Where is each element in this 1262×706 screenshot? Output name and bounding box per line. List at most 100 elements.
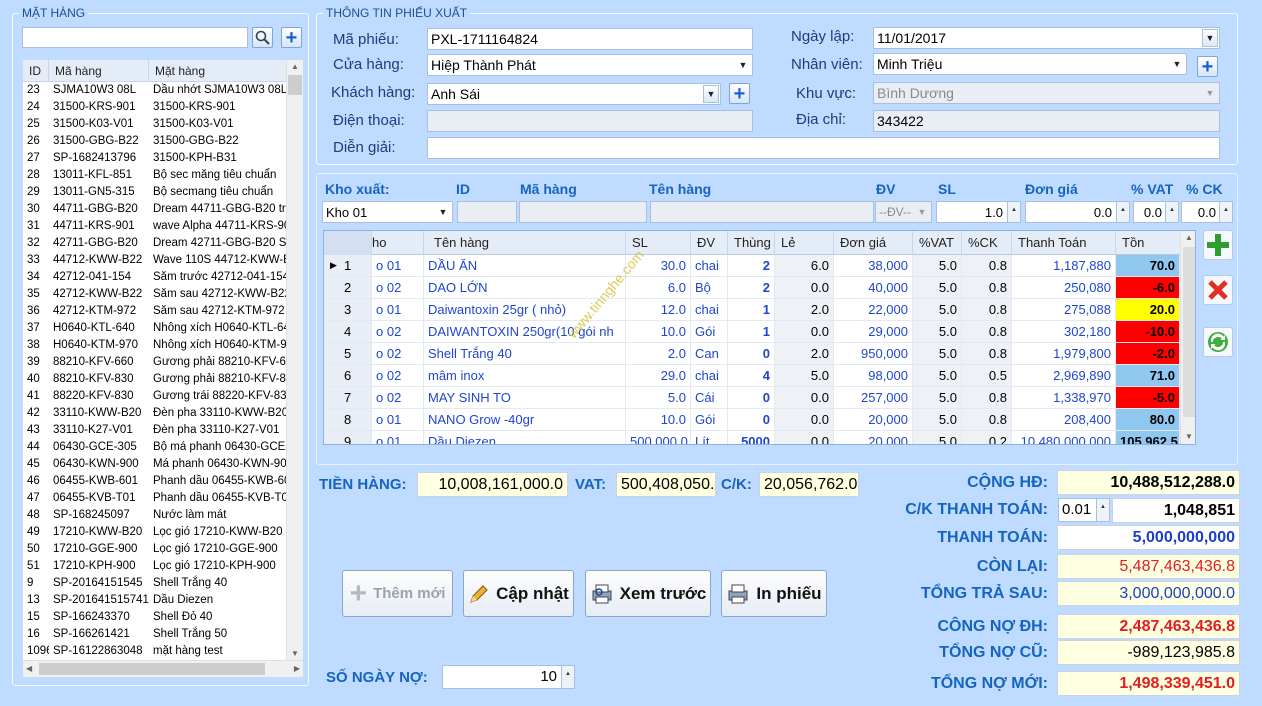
vat-spinner[interactable]: ▲▼ bbox=[1165, 202, 1178, 222]
grid-row-number[interactable]: 6 bbox=[324, 365, 372, 387]
list-item[interactable]: 26 31500-GBG-B22 31500-GBG-B22 bbox=[23, 133, 286, 150]
ck-percent-spinner[interactable]: ▲▼ bbox=[1096, 499, 1109, 521]
list-item[interactable]: 48 SP-168245097 Nước làm mát bbox=[23, 507, 286, 524]
them-moi-button[interactable]: + Thêm mới bbox=[342, 570, 453, 617]
chevron-down-icon[interactable]: ▼ bbox=[1202, 84, 1218, 102]
list-item[interactable]: 38 H0640-KTM-970 Nhông xích H0640-KTM-97 bbox=[23, 337, 286, 354]
col-thanh-toan-header[interactable]: Thanh Toán bbox=[1012, 231, 1116, 255]
list-item[interactable]: 24 31500-KRS-901 31500-KRS-901 bbox=[23, 99, 286, 116]
ck-thanh-toan-value[interactable]: 1,048,851 bbox=[1112, 498, 1240, 523]
nhan-vien-select[interactable]: Minh Triệu ▼ bbox=[873, 53, 1187, 75]
ma-phieu-input[interactable]: PXL-1711164824 bbox=[427, 28, 753, 50]
table-row[interactable]: 1o 01 DẦU ĂN 30.0 chai 2 6.0 38,000 5.0 0.8 1,187… bbox=[324, 255, 1184, 277]
col-dv-header[interactable]: ĐV bbox=[691, 231, 728, 255]
add-row-button[interactable] bbox=[1203, 230, 1233, 260]
add-employee-button[interactable]: + bbox=[1197, 56, 1218, 77]
list-item[interactable]: 39 88210-KFV-660 Gương phải 88210-KFV-66 bbox=[23, 354, 286, 371]
list-item[interactable]: 43 33110-K27-V01 Đèn pha 33110-K27-V01 bbox=[23, 422, 286, 439]
dia-chi-input[interactable]: 343422 bbox=[873, 110, 1220, 132]
col-ton-header[interactable]: Tồn bbox=[1116, 231, 1182, 255]
entry-ck-input[interactable]: 0.0▲▼ bbox=[1181, 201, 1233, 223]
table-row[interactable]: 2o 02 DAO LỚN 6.0 Bộ 2 0.0 40,000 5.0 0.8 250,080… bbox=[324, 277, 1184, 299]
chevron-down-icon[interactable]: ▼ bbox=[435, 203, 451, 221]
don-gia-spinner[interactable]: ▲▼ bbox=[1116, 202, 1129, 222]
product-list-hscrollbar[interactable]: ◀ ▶ bbox=[23, 660, 303, 677]
list-item[interactable]: 29 13011-GN5-315 Bộ secmang tiêu chuẩn bbox=[23, 184, 286, 201]
delete-row-button[interactable] bbox=[1203, 275, 1233, 305]
sl-spinner[interactable]: ▲▼ bbox=[1007, 202, 1020, 222]
invoice-detail-grid[interactable]: ho Tên hàng SL ĐV Thùng Lẻ Đơn giá %VAT … bbox=[323, 230, 1196, 445]
list-item[interactable]: 42 33110-KWW-B20 Đèn pha 33110-KWW-B20 bbox=[23, 405, 286, 422]
table-row[interactable]: 3o 01 Daiwantoxin 25gr ( nhỏ) 12.0 chai 1 2.0… bbox=[324, 299, 1184, 321]
list-item[interactable]: 46 06455-KWB-601 Phanh dầu 06455-KWB-601 bbox=[23, 473, 286, 490]
dien-thoai-input[interactable] bbox=[427, 110, 753, 132]
search-button[interactable] bbox=[252, 27, 273, 48]
product-list[interactable]: 23 SJMA10W3 08L Dầu nhớt SJMA10W3 08L 24 315… bbox=[23, 82, 286, 660]
col-ck-header[interactable]: %CK bbox=[962, 231, 1012, 255]
list-item[interactable]: 49 17210-KWW-B20 Lọc gió 17210-KWW-B20 bbox=[23, 524, 286, 541]
grid-row-number[interactable]: 9 bbox=[324, 431, 372, 444]
list-item[interactable]: 1096 SP-16122863048 mặt hàng test bbox=[23, 643, 286, 660]
grid-row-number[interactable]: 8 bbox=[324, 409, 372, 431]
entry-don-gia-input[interactable]: 0.0 ▲▼ bbox=[1025, 201, 1130, 223]
table-row[interactable]: 5o 02 Shell Trắng 40 2.0 Can 0 2.0 950,000 5.0 0… bbox=[324, 343, 1184, 365]
table-row[interactable]: 9o 01 Dầu Diezen 500,000.0 Lít 5000 0.0 20,000… bbox=[324, 431, 1184, 444]
list-item[interactable]: 28 13011-KFL-851 Bộ sec măng tiêu chuẩn bbox=[23, 167, 286, 184]
list-item[interactable]: 35 42712-KWW-B22 Săm sau 42712-KWW-B22 bbox=[23, 286, 286, 303]
col-kho-header[interactable]: ho bbox=[372, 231, 424, 255]
list-item[interactable]: 32 42711-GBG-B20 Dream 42711-GBG-B20 Sa bbox=[23, 235, 286, 252]
chevron-down-icon[interactable]: ▼ bbox=[1169, 55, 1185, 73]
table-row[interactable]: 6o 02 mâm inox 29.0 chai 4 5.0 98,000 5.0 0.5 2,9… bbox=[324, 365, 1184, 387]
grid-row-number[interactable]: 3 bbox=[324, 299, 372, 321]
col-name-header[interactable]: Mặt hàng bbox=[149, 60, 286, 81]
thanh-toan-input[interactable]: 5,000,000,000 bbox=[1057, 525, 1240, 550]
list-item[interactable]: 34 42712-041-154 Săm trước 42712-041-154 bbox=[23, 269, 286, 286]
col-id-header[interactable]: ID bbox=[23, 60, 49, 81]
refresh-button[interactable] bbox=[1203, 327, 1233, 357]
chevron-down-icon[interactable]: ▼ bbox=[703, 85, 719, 103]
add-customer-button[interactable]: + bbox=[729, 83, 750, 104]
col-le-header[interactable]: Lẻ bbox=[775, 231, 834, 255]
entry-ma-hang-input[interactable] bbox=[519, 201, 647, 223]
col-thung-header[interactable]: Thùng bbox=[728, 231, 775, 255]
list-item[interactable]: 41 88220-KFV-830 Gương trái 88220-KFV-830 bbox=[23, 388, 286, 405]
cua-hang-select[interactable]: Hiệp Thành Phát ▼ bbox=[427, 54, 753, 76]
entry-dv-select[interactable]: --ĐV-- ▼ bbox=[875, 201, 932, 223]
xem-truoc-button[interactable]: Xem trước bbox=[585, 570, 711, 617]
list-item[interactable]: 45 06430-KWN-900 Má phanh 06430-KWN-900 bbox=[23, 456, 286, 473]
so-ngay-no-spinner[interactable]: ▲▼ bbox=[561, 666, 574, 688]
calendar-dropdown-icon[interactable]: ▼ bbox=[1202, 29, 1218, 47]
list-item[interactable]: 50 17210-GGE-900 Lọc gió 17210-GGE-900 bbox=[23, 541, 286, 558]
so-ngay-no-input[interactable]: 10▲▼ bbox=[442, 665, 575, 689]
entry-ten-hang-input[interactable] bbox=[650, 201, 874, 223]
entry-id-input[interactable] bbox=[457, 201, 517, 223]
col-ten-hang-header[interactable]: Tên hàng bbox=[424, 231, 626, 255]
col-don-gia-header[interactable]: Đơn giá bbox=[834, 231, 913, 255]
grid-scrollbar[interactable]: ▲ ▼ bbox=[1180, 231, 1195, 444]
ngay-lap-input[interactable]: 11/01/2017 ▼ bbox=[873, 27, 1220, 49]
entry-sl-input[interactable]: 1.0 ▲▼ bbox=[936, 201, 1021, 223]
list-item[interactable]: 13 SP-201641515741 Dầu Diezen bbox=[23, 592, 286, 609]
chevron-down-icon[interactable]: ▼ bbox=[735, 56, 751, 74]
grid-row-number[interactable]: 4 bbox=[324, 321, 372, 343]
list-item[interactable]: 47 06455-KVB-T01 Phanh dầu 06455-KVB-T01 bbox=[23, 490, 286, 507]
in-phieu-button[interactable]: In phiếu bbox=[721, 570, 827, 617]
product-search-input[interactable] bbox=[22, 27, 248, 48]
col-vat-header[interactable]: %VAT bbox=[913, 231, 962, 255]
table-row[interactable]: 8o 01 NANO Grow -40gr 10.0 Gói 0 0.0 20,000 5.0… bbox=[324, 409, 1184, 431]
table-row[interactable]: 4o 02 DAIWANTOXIN 250gr(10 gói nh 10.0 Gói 1… bbox=[324, 321, 1184, 343]
grid-row-number[interactable]: 5 bbox=[324, 343, 372, 365]
col-code-header[interactable]: Mã hàng bbox=[49, 60, 149, 81]
product-list-scrollbar[interactable]: ▲ ▼ bbox=[286, 60, 303, 660]
list-item[interactable]: 36 42712-KTM-972 Săm sau 42712-KTM-972 bbox=[23, 303, 286, 320]
list-item[interactable]: 37 H0640-KTL-640 Nhông xích H0640-KTL-64 bbox=[23, 320, 286, 337]
list-item[interactable]: 44 06430-GCE-305 Bộ má phanh 06430-GCE-3 bbox=[23, 439, 286, 456]
table-row[interactable]: 7o 02 MAY SINH TO 5.0 Cái 0 0.0 257,000 5.0 0.8 1… bbox=[324, 387, 1184, 409]
ck-thanh-toan-percent[interactable]: 0.01▲▼ bbox=[1058, 498, 1110, 522]
grid-row-number[interactable]: 2 bbox=[324, 277, 372, 299]
list-item[interactable]: 27 SP-1682413796 31500-KPH-B31 bbox=[23, 150, 286, 167]
khu-vuc-select[interactable]: Bình Dương ▼ bbox=[873, 82, 1220, 104]
chevron-down-icon[interactable]: ▼ bbox=[914, 203, 930, 221]
ck-spinner[interactable]: ▲▼ bbox=[1219, 202, 1232, 222]
list-item[interactable]: 23 SJMA10W3 08L Dầu nhớt SJMA10W3 08L bbox=[23, 82, 286, 99]
